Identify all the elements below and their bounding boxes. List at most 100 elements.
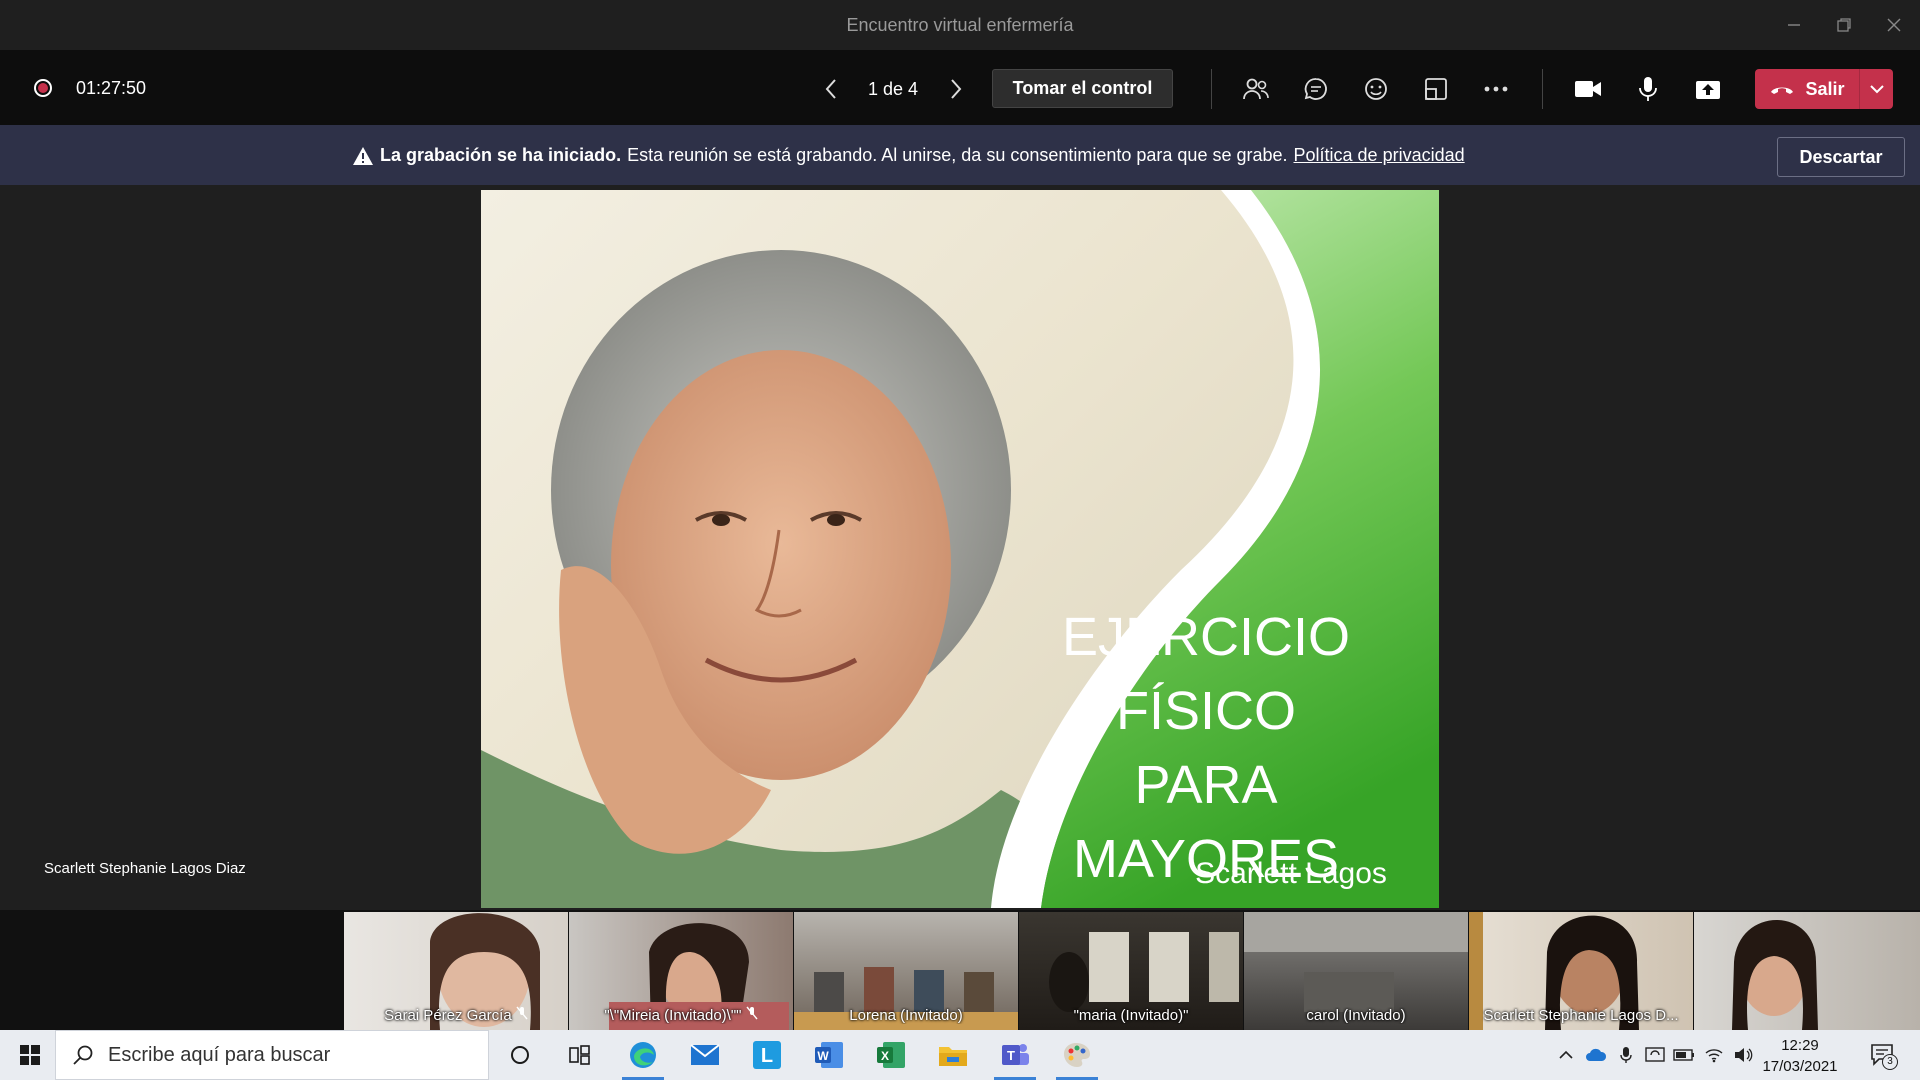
svg-text:T: T xyxy=(1007,1048,1015,1063)
leave-meeting-button[interactable]: Salir xyxy=(1755,69,1893,109)
windows-taskbar: Escribe aquí para buscar L W X T 12:29 1… xyxy=(0,1030,1920,1080)
notifications-button[interactable]: 3 xyxy=(1868,1042,1898,1070)
recording-indicator-icon xyxy=(34,79,52,97)
battery-tray-icon[interactable] xyxy=(1673,1044,1695,1066)
taskbar-search-box[interactable]: Escribe aquí para buscar xyxy=(55,1030,489,1080)
participant-tile[interactable]: Sarai Pérez García xyxy=(344,912,568,1030)
slide-title-line: FÍSICO PARA xyxy=(1115,681,1296,815)
teams-taskbar-button[interactable]: T xyxy=(990,1035,1040,1080)
camera-button[interactable] xyxy=(1568,70,1608,108)
show-hidden-icons-button[interactable] xyxy=(1555,1044,1577,1066)
folder-icon xyxy=(939,1047,967,1066)
recording-notice-title: La grabación se ha iniciado. xyxy=(380,145,622,165)
restore-icon xyxy=(1837,18,1851,32)
minimize-button[interactable] xyxy=(1772,8,1816,42)
privacy-policy-link[interactable]: Política de privacidad xyxy=(1294,145,1465,166)
close-window-button[interactable] xyxy=(1872,8,1916,42)
onedrive-tray-icon[interactable] xyxy=(1585,1044,1607,1066)
excel-icon: X xyxy=(877,1042,905,1068)
word-taskbar-button[interactable]: W xyxy=(804,1035,854,1075)
warning-icon xyxy=(353,146,373,165)
participants-button[interactable] xyxy=(1236,70,1276,108)
toolbar-divider xyxy=(1211,69,1212,109)
title-bar: Encuentro virtual enfermería xyxy=(0,0,1920,51)
edge-taskbar-button[interactable] xyxy=(618,1035,668,1080)
leave-label: Salir xyxy=(1805,78,1845,99)
cortana-button[interactable] xyxy=(495,1035,545,1075)
microphone-icon xyxy=(1639,77,1657,101)
shared-slide: EJERCICIO FÍSICO PARA MAYORES Scarlett L… xyxy=(481,190,1439,908)
people-icon xyxy=(1243,78,1269,100)
paint-taskbar-button[interactable] xyxy=(1052,1035,1102,1080)
slide-title-line: EJERCICIO xyxy=(1061,607,1351,667)
taskbar-clock[interactable]: 12:29 17/03/2021 xyxy=(1755,1035,1845,1077)
mail-taskbar-button[interactable] xyxy=(680,1035,730,1075)
display-sync-icon xyxy=(1645,1047,1665,1062)
participant-tile[interactable]: "maria (Invitado)" xyxy=(1019,912,1243,1030)
cortana-circle-icon xyxy=(511,1046,529,1064)
share-screen-button[interactable] xyxy=(1688,70,1728,108)
task-view-icon xyxy=(569,1045,590,1065)
participant-name: "\"Mireia (Invitado)\"" xyxy=(569,1006,793,1024)
restore-button[interactable] xyxy=(1822,8,1866,42)
sync-tray-icon[interactable] xyxy=(1644,1044,1666,1066)
chevron-up-icon xyxy=(1559,1050,1573,1059)
slide-author: Scarlett Lagos xyxy=(1195,857,1387,890)
file-explorer-taskbar-button[interactable] xyxy=(928,1035,978,1075)
chat-icon xyxy=(1304,78,1327,100)
edge-browser-icon xyxy=(630,1042,656,1068)
svg-text:X: X xyxy=(881,1049,889,1063)
participant-tile[interactable]: carol (Invitado) xyxy=(1244,912,1468,1030)
participant-name: Sarai Pérez García xyxy=(344,1006,568,1024)
start-button[interactable] xyxy=(5,1035,55,1075)
previous-slide-button[interactable] xyxy=(816,72,846,106)
app-l-icon: L xyxy=(753,1041,781,1069)
more-actions-button[interactable] xyxy=(1476,70,1516,108)
excel-taskbar-button[interactable]: X xyxy=(866,1035,916,1075)
video-camera-icon xyxy=(1575,81,1601,97)
word-icon: W xyxy=(815,1042,843,1068)
window-title: Encuentro virtual enfermería xyxy=(846,15,1074,35)
battery-icon xyxy=(1673,1049,1694,1061)
participant-tile[interactable]: Scarlett Stephanie Lagos D... xyxy=(1469,912,1693,1030)
participant-tile[interactable]: Lorena (Invitado) xyxy=(794,912,1018,1030)
hang-up-icon xyxy=(1771,87,1794,94)
recording-notice: La grabación se ha iniciado. Esta reunió… xyxy=(352,145,1465,166)
more-icon xyxy=(1484,86,1508,92)
task-view-button[interactable] xyxy=(555,1035,605,1075)
leave-main-button[interactable]: Salir xyxy=(1755,69,1860,109)
chevron-right-icon xyxy=(951,79,962,99)
microphone-icon xyxy=(1620,1047,1632,1063)
clock-date: 17/03/2021 xyxy=(1762,1058,1838,1075)
wifi-tray-icon[interactable] xyxy=(1703,1044,1725,1066)
toolbar-divider xyxy=(1542,69,1543,109)
meeting-timer: 01:27:50 xyxy=(76,78,147,98)
reactions-button[interactable] xyxy=(1356,70,1396,108)
microphone-tray-icon[interactable] xyxy=(1615,1044,1637,1066)
dismiss-button[interactable]: Descartar xyxy=(1777,137,1905,177)
rooms-button[interactable] xyxy=(1416,70,1456,108)
chat-button[interactable] xyxy=(1296,70,1336,108)
notification-count-badge: 3 xyxy=(1882,1054,1898,1070)
breakout-rooms-icon xyxy=(1425,78,1447,100)
share-tray-icon xyxy=(1696,81,1720,99)
raise-hand-icon xyxy=(1365,78,1387,100)
cloud-icon xyxy=(1586,1048,1607,1061)
app-l-taskbar-button[interactable]: L xyxy=(742,1035,792,1075)
next-slide-button[interactable] xyxy=(941,72,971,106)
participant-tile[interactable] xyxy=(1694,912,1920,1030)
participant-name: Scarlett Stephanie Lagos D... xyxy=(1483,1007,1679,1024)
participant-name: Lorena (Invitado) xyxy=(849,1007,963,1024)
participant-tile[interactable]: "\"Mireia (Invitado)\"" xyxy=(569,912,793,1030)
paint-palette-icon xyxy=(1064,1043,1090,1067)
volume-tray-icon[interactable] xyxy=(1733,1044,1755,1066)
minimize-icon xyxy=(1788,24,1800,26)
slide-title: EJERCICIO FÍSICO PARA MAYORES xyxy=(1041,600,1371,896)
participant-name-text: "\"Mireia (Invitado)\"" xyxy=(604,1007,742,1024)
chevron-down-icon xyxy=(1869,85,1884,94)
participant-name-text: Sarai Pérez García xyxy=(384,1007,512,1024)
leave-options-button[interactable] xyxy=(1860,69,1893,109)
take-control-button[interactable]: Tomar el control xyxy=(992,69,1173,108)
microphone-button[interactable] xyxy=(1628,70,1668,108)
participant-name: carol (Invitado) xyxy=(1306,1007,1406,1024)
